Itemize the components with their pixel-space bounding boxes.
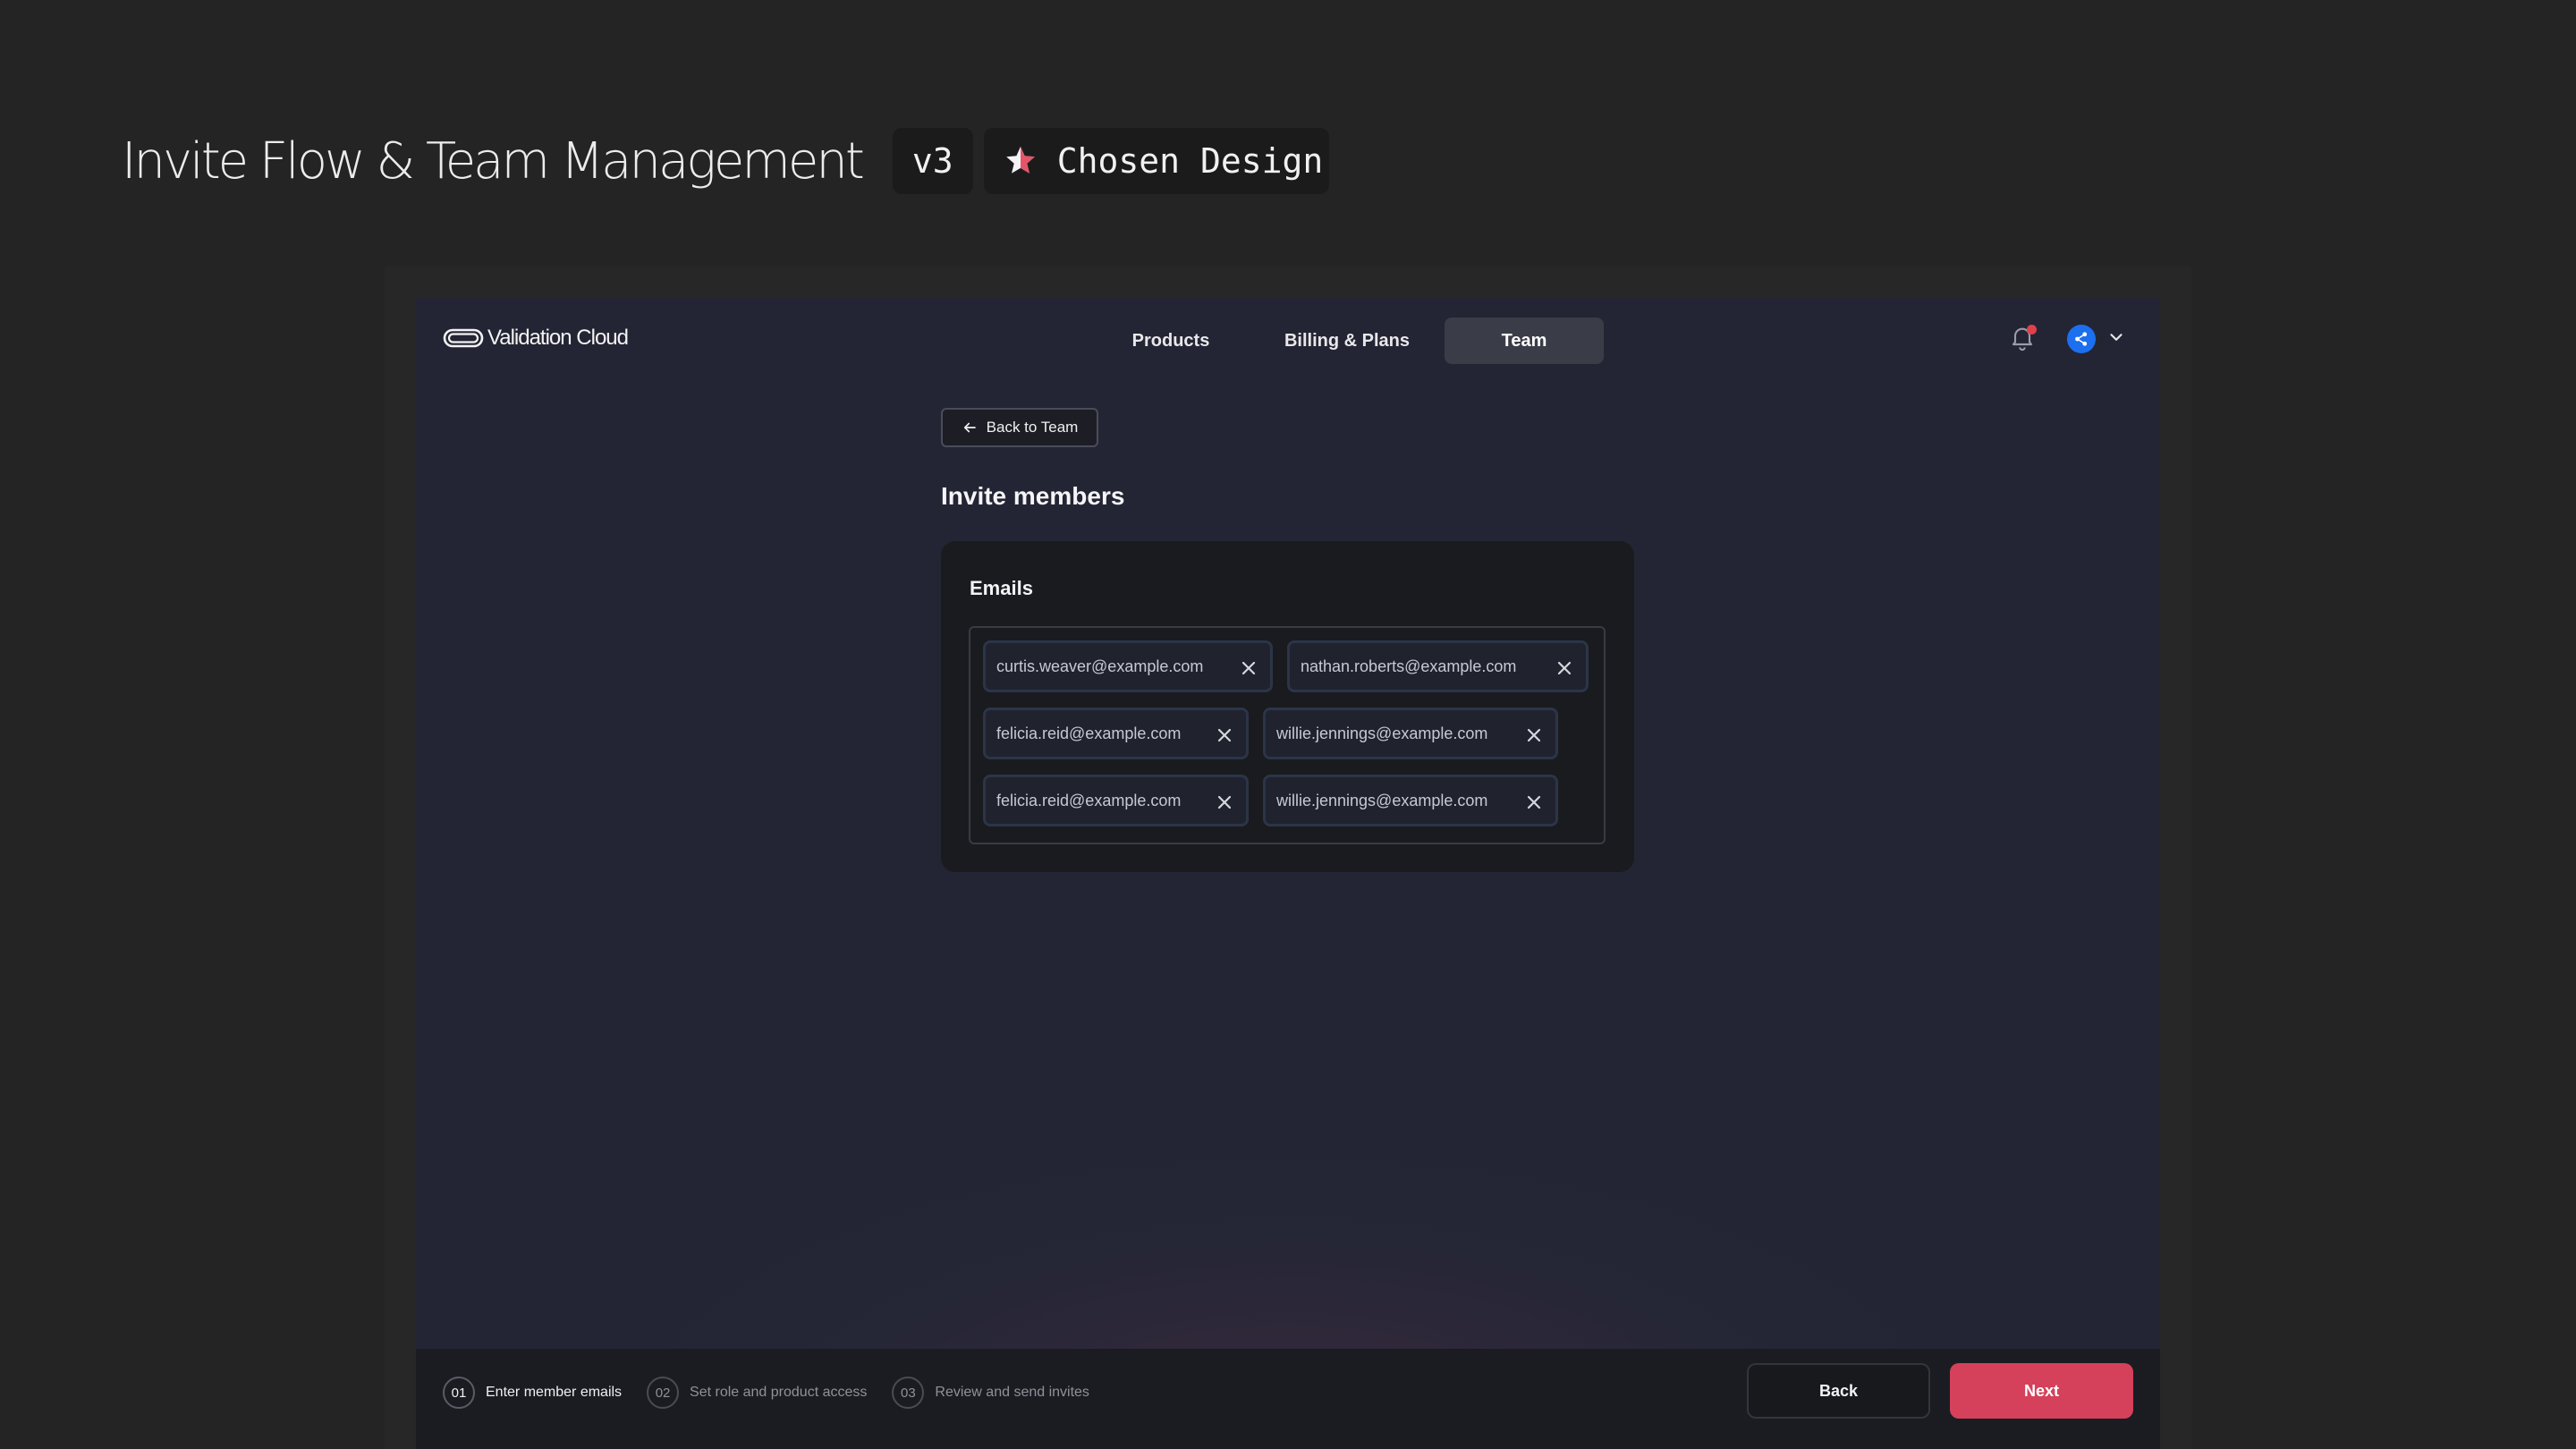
emails-card: Emails curtis.weaver@example.com nathan.… xyxy=(941,541,1634,872)
step-indicator: 01 Enter member emails 02 Set role and p… xyxy=(443,1376,1114,1410)
chosen-design-label: Chosen Design xyxy=(1056,141,1324,181)
logo-text: Validation Cloud xyxy=(487,326,629,350)
email-chip: curtis.weaver@example.com xyxy=(983,640,1273,692)
step-number: 02 xyxy=(647,1377,680,1409)
email-chip: felicia.reid@example.com xyxy=(983,708,1249,759)
email-chip-text: willie.jennings@example.com xyxy=(1276,724,1488,742)
back-button[interactable]: Back xyxy=(1747,1363,1930,1419)
version-tag: v3 xyxy=(892,128,973,194)
step-enter-emails: 01 Enter member emails xyxy=(443,1377,622,1409)
email-chip: nathan.roberts@example.com xyxy=(1287,640,1589,692)
share-nodes-icon xyxy=(2075,332,2088,346)
step-label: Set role and product access xyxy=(690,1385,868,1400)
close-icon[interactable] xyxy=(1525,793,1543,811)
app-screen: Validation Cloud Products Billing & Plan… xyxy=(416,298,2160,1449)
invite-members-title: Invite members xyxy=(941,482,1125,510)
back-to-team-button[interactable]: Back to Team xyxy=(941,408,1098,447)
email-chip: felicia.reid@example.com xyxy=(983,775,1249,826)
step-number: 01 xyxy=(443,1377,475,1409)
arrow-left-icon xyxy=(963,422,976,433)
step-label: Review and send invites xyxy=(935,1385,1089,1400)
chosen-design-tag: Chosen Design xyxy=(983,128,1329,194)
step-review-send: 03 Review and send invites xyxy=(892,1377,1089,1409)
cloud-logo-icon xyxy=(443,327,484,349)
chevron-down-icon xyxy=(2110,333,2123,341)
account-menu-toggle[interactable] xyxy=(2106,327,2126,352)
emails-label: Emails xyxy=(970,577,1033,599)
email-chip: willie.jennings@example.com xyxy=(1263,708,1558,759)
page-title: Invite Flow & Team Management xyxy=(122,131,865,191)
nav-tab-team[interactable]: Team xyxy=(1445,318,1604,364)
notifications-button[interactable] xyxy=(2008,323,2040,355)
top-navigation: Validation Cloud Products Billing & Plan… xyxy=(416,298,2160,378)
avatar[interactable] xyxy=(2067,325,2096,353)
nav-tabs: Products Billing & Plans Team xyxy=(1092,318,1622,364)
star-icon xyxy=(1004,144,1038,178)
app-logo[interactable]: Validation Cloud xyxy=(443,325,629,352)
wizard-footer: 01 Enter member emails 02 Set role and p… xyxy=(416,1349,2160,1449)
step-set-role: 02 Set role and product access xyxy=(647,1377,867,1409)
close-icon[interactable] xyxy=(1240,659,1258,677)
nav-right-controls xyxy=(2008,323,2126,355)
email-chip: willie.jennings@example.com xyxy=(1263,775,1558,826)
back-to-team-label: Back to Team xyxy=(986,419,1079,436)
close-icon[interactable] xyxy=(1525,726,1543,744)
email-chip-text: felicia.reid@example.com xyxy=(996,724,1182,742)
close-icon[interactable] xyxy=(1216,726,1233,744)
step-number: 03 xyxy=(892,1377,925,1409)
nav-tab-products[interactable]: Products xyxy=(1092,318,1250,364)
close-icon[interactable] xyxy=(1216,793,1233,811)
page-header: Invite Flow & Team Management v3 Chosen … xyxy=(122,128,1340,194)
email-input-area[interactable]: curtis.weaver@example.com nathan.roberts… xyxy=(969,626,1606,844)
email-chip-text: willie.jennings@example.com xyxy=(1276,791,1488,809)
step-label: Enter member emails xyxy=(486,1385,623,1400)
notification-dot xyxy=(2027,325,2037,335)
email-chip-text: curtis.weaver@example.com xyxy=(996,657,1204,675)
email-chip-text: felicia.reid@example.com xyxy=(996,791,1182,809)
email-chip-text: nathan.roberts@example.com xyxy=(1301,657,1517,675)
nav-tab-billing-plans[interactable]: Billing & Plans xyxy=(1267,318,1427,364)
close-icon[interactable] xyxy=(1555,659,1573,677)
next-button[interactable]: Next xyxy=(1950,1363,2133,1419)
